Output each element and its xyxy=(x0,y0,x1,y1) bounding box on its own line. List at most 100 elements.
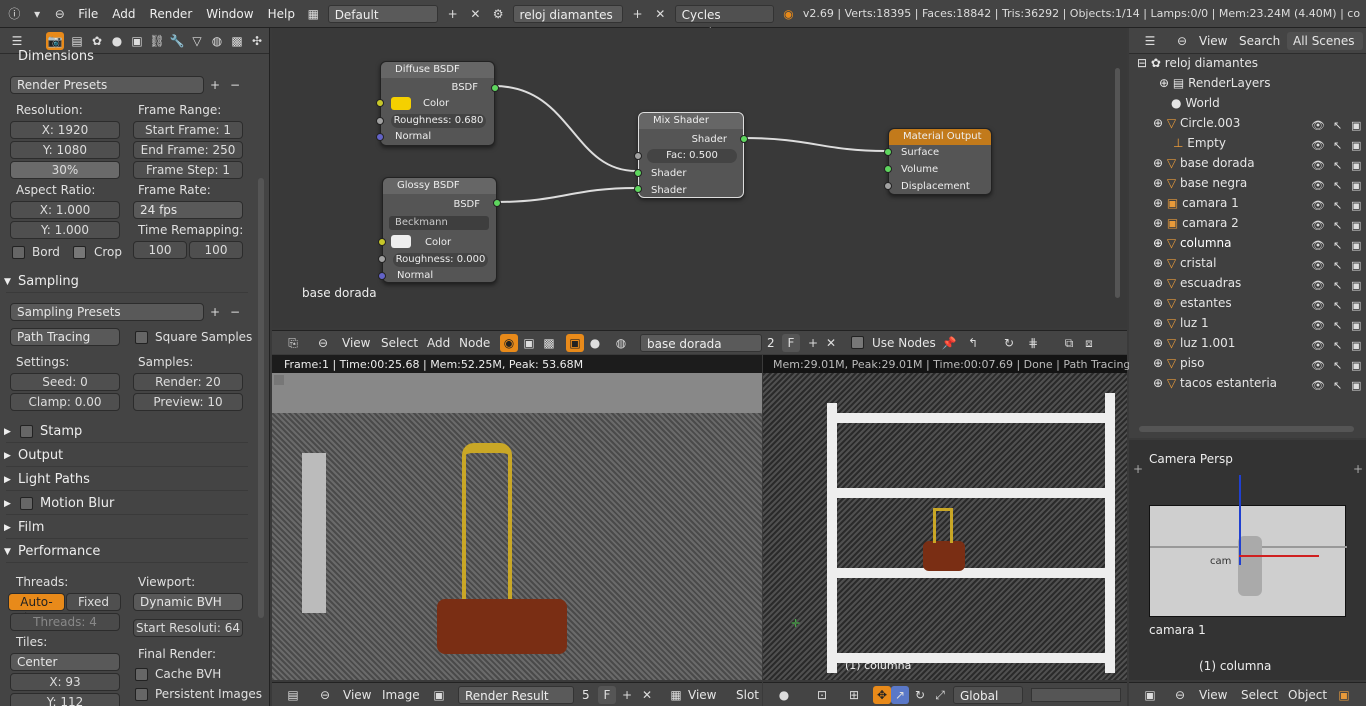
expand-icon[interactable]: ⊕ xyxy=(1153,116,1163,130)
cursor-icon[interactable]: ↖ xyxy=(1333,196,1347,216)
add-region-icon[interactable]: + xyxy=(1353,462,1363,476)
transform-orientation-dropdown[interactable]: Global xyxy=(953,686,1023,704)
camera-render-icon[interactable]: ▣ xyxy=(1351,176,1365,196)
persistent-images-checkbox[interactable] xyxy=(135,688,148,701)
diffuse-bsdf-node[interactable]: Diffuse BSDF BSDF Color Roughness: 0.680… xyxy=(376,61,499,146)
camera-render-icon[interactable]: ▣ xyxy=(1351,336,1365,356)
editor-type-dropdown-icon[interactable]: ▾ xyxy=(29,5,46,23)
outliner-item-base-dorada[interactable]: ⊕ ▽ base dorada xyxy=(1129,156,1366,176)
glossy-normal-socket[interactable] xyxy=(378,272,386,280)
pin-icon[interactable]: 📌 xyxy=(940,334,958,352)
section-film[interactable]: ▶ Film xyxy=(4,517,248,539)
tile-y-field[interactable]: Y: 112 xyxy=(10,693,120,706)
world-shader-icon[interactable]: ● xyxy=(586,334,604,352)
mix-fac-socket[interactable] xyxy=(634,152,642,160)
diffuse-roughness-field[interactable]: Roughness: 0.680 xyxy=(391,114,486,128)
parent-node-tree-icon[interactable]: ↰ xyxy=(964,334,982,352)
aspect-y-field[interactable]: Y: 1.000 xyxy=(10,221,120,239)
expand-icon[interactable]: ⊕ xyxy=(1153,236,1163,250)
expand-icon[interactable]: ⊕ xyxy=(1153,216,1163,230)
expand-icon[interactable]: ⊕ xyxy=(1153,336,1163,350)
menu-view[interactable]: View xyxy=(1199,688,1227,702)
physics-tab-icon[interactable]: ✣ xyxy=(248,32,266,50)
mix-shader-output-socket[interactable] xyxy=(740,135,748,143)
info-icon[interactable]: ⓘ xyxy=(6,5,23,23)
eye-icon[interactable]: 👁 xyxy=(1311,316,1325,336)
collapse-menu-icon[interactable]: ⊖ xyxy=(1171,686,1189,704)
remap-new-field[interactable]: 100 xyxy=(189,241,243,259)
expand-icon[interactable]: ⊕ xyxy=(1153,156,1163,170)
frame-step-field[interactable]: Frame Step: 1 xyxy=(133,161,243,179)
new-image-button[interactable]: + xyxy=(618,686,636,704)
compositing-nodes-icon[interactable]: ▣ xyxy=(520,334,538,352)
outliner-item-camara-1[interactable]: ⊕ ▣ camara 1 xyxy=(1129,196,1366,216)
cursor-icon[interactable]: ↖ xyxy=(1333,336,1347,356)
eye-icon[interactable]: 👁 xyxy=(1311,136,1325,156)
eye-icon[interactable]: 👁 xyxy=(1311,356,1325,376)
camera-render-icon[interactable]: ▣ xyxy=(1351,216,1365,236)
copy-nodes-icon[interactable]: ⧉ xyxy=(1060,334,1078,352)
image-users-count[interactable]: 5 xyxy=(582,688,590,702)
menu-image[interactable]: Image xyxy=(382,688,420,702)
material-browse-icon[interactable]: ◍ xyxy=(612,334,630,352)
unlink-image-button[interactable]: ✕ xyxy=(638,686,656,704)
glossy-roughness-field[interactable]: Roughness: 0.000 xyxy=(393,253,488,267)
cursor-icon[interactable]: ↖ xyxy=(1333,256,1347,276)
render-panel-toggle[interactable] xyxy=(274,375,284,385)
slot-dropdown[interactable]: Slot xyxy=(736,688,759,702)
material-output-volume-socket[interactable] xyxy=(884,165,892,173)
new-material-button[interactable]: + xyxy=(804,334,822,352)
editor-type-icon[interactable]: ▣ xyxy=(1141,686,1159,704)
diffuse-normal-socket[interactable] xyxy=(376,133,384,141)
glossy-bsdf-node[interactable]: Glossy BSDF BSDF Beckmann Color Roughnes… xyxy=(378,177,501,283)
expand-icon[interactable]: ⊕ xyxy=(1153,196,1163,210)
properties-scrollbar[interactable] xyxy=(258,178,264,618)
diffuse-bsdf-output-socket[interactable] xyxy=(491,84,499,92)
outliner-item-tacos-estanteria[interactable]: ⊕ ▽ tacos estanteria xyxy=(1129,376,1366,396)
cursor-icon[interactable]: ↖ xyxy=(1333,316,1347,336)
menu-add[interactable]: Add xyxy=(427,336,450,350)
outliner-item-base-negra[interactable]: ⊕ ▽ base negra xyxy=(1129,176,1366,196)
menu-render[interactable]: Render xyxy=(146,7,197,21)
eye-icon[interactable]: 👁 xyxy=(1311,376,1325,396)
glossy-bsdf-output-socket[interactable] xyxy=(493,199,501,207)
mix-fac-field[interactable]: Fac: 0.500 xyxy=(647,149,737,163)
eye-icon[interactable]: 👁 xyxy=(1311,196,1325,216)
x-axis-gizmo[interactable] xyxy=(1239,555,1319,557)
cursor-icon[interactable]: ↖ xyxy=(1333,356,1347,376)
cursor-icon[interactable]: ↖ xyxy=(1333,276,1347,296)
snap-icon[interactable]: ⋕ xyxy=(1024,334,1042,352)
display-mode-dropdown[interactable]: All Scenes xyxy=(1287,32,1363,50)
cursor-icon[interactable]: ↖ xyxy=(1333,376,1347,396)
outliner-item-camara-2[interactable]: ⊕ ▣ camara 2 xyxy=(1129,216,1366,236)
threads-auto-detect-button[interactable]: Auto-detec xyxy=(8,593,65,625)
glossy-color-swatch[interactable] xyxy=(391,235,411,248)
object-mode-icon[interactable]: ▣ xyxy=(1335,686,1353,704)
cursor-icon[interactable]: ↖ xyxy=(1333,216,1347,236)
camera-render-icon[interactable]: ▣ xyxy=(1351,136,1365,156)
menu-select[interactable]: Select xyxy=(1241,688,1278,702)
cursor-icon[interactable]: ↖ xyxy=(1333,176,1347,196)
outliner-item-luz-1-001[interactable]: ⊕ ▽ luz 1.001 xyxy=(1129,336,1366,356)
screen-layout-icon[interactable]: ▦ xyxy=(305,5,322,23)
collapse-menu-icon[interactable]: ⊖ xyxy=(316,686,334,704)
eye-icon[interactable]: 👁 xyxy=(1311,216,1325,236)
outliner-scene[interactable]: ⊟ ✿ reloj diamantes xyxy=(1129,56,1366,76)
render-samples-field[interactable]: Render: 20 xyxy=(133,373,243,391)
eye-icon[interactable]: 👁 xyxy=(1311,236,1325,256)
menu-add[interactable]: Add xyxy=(108,7,139,21)
square-samples-checkbox[interactable] xyxy=(135,331,148,344)
unlink-material-button[interactable]: ✕ xyxy=(822,334,840,352)
section-stamp[interactable]: ▶ Stamp xyxy=(4,421,248,443)
resolution-percent-slider[interactable]: 30% xyxy=(10,161,120,179)
glossy-color-socket[interactable] xyxy=(378,238,386,246)
camera-render-icon[interactable]: ▣ xyxy=(1351,196,1365,216)
diffuse-roughness-socket[interactable] xyxy=(376,117,384,125)
menu-view[interactable]: View xyxy=(1199,34,1227,48)
collapse-arrow-icon[interactable]: ⊟ xyxy=(1137,56,1147,70)
outliner-item-estantes[interactable]: ⊕ ▽ estantes xyxy=(1129,296,1366,316)
menu-view[interactable]: View xyxy=(342,336,370,350)
cursor-icon[interactable]: ↖ xyxy=(1333,236,1347,256)
outliner-item-circle[interactable]: ⊕ ▽ Circle.003 xyxy=(1129,116,1366,136)
outliner-item-luz-1[interactable]: ⊕ ▽ luz 1 xyxy=(1129,316,1366,336)
